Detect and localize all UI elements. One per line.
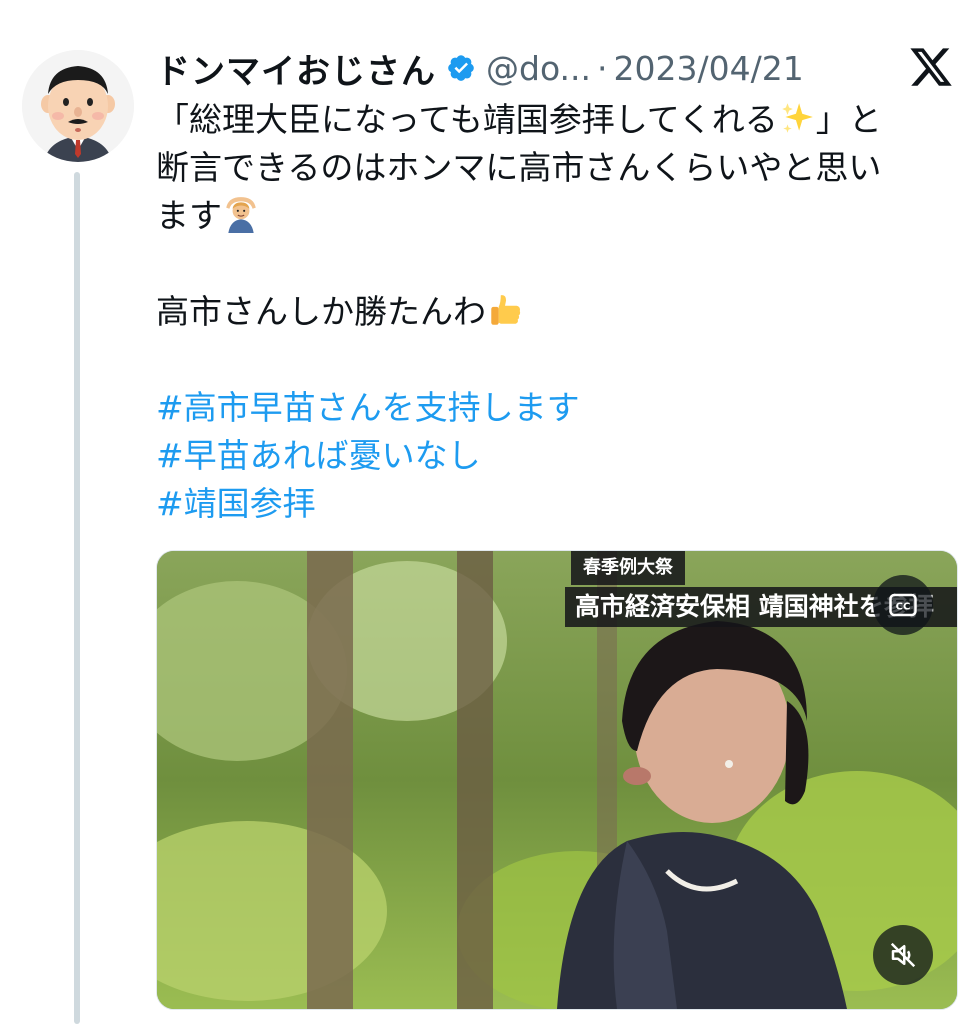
svg-text:CC: CC [896,601,911,612]
video-media[interactable]: 春季例大祭 高市経済安保相 靖国神社を参拝 CC [156,550,958,1010]
hashtag-link[interactable]: #靖国参拝 [156,480,956,528]
tweet-line-4: 高市さんしか勝たんわ [156,288,956,336]
tweet-line-3: ます [156,192,956,240]
text-spacer [156,240,956,288]
tweet-text: 「総理大臣になっても靖国参拝してくれる 」と 断言できるのはホンマに高市さんくら… [156,96,956,528]
tweet-date[interactable]: 2023/04/21 [614,49,804,88]
verified-badge-icon [448,55,474,81]
separator-dot: · [597,48,608,88]
tweet-header: ドンマイおじさん @do... · 2023/04/21 [156,40,980,96]
hashtag-link[interactable]: #高市早苗さんを支持します [156,384,956,432]
tweet-text-segment: ます [156,196,222,235]
mute-button[interactable] [873,925,933,985]
cartoon-man-avatar-icon [22,50,134,162]
author-name[interactable]: ドンマイおじさん [156,44,436,93]
muted-speaker-icon [890,942,916,968]
tweet-text-segment: 」と [815,100,882,139]
sparkles-emoji-icon [781,103,813,133]
closed-captions-icon: CC [889,593,917,617]
text-spacer [156,336,956,384]
person-gesturing-ok-emoji-icon [226,197,256,233]
avatar[interactable] [22,50,134,162]
hashtag-link[interactable]: #早苗あれば憂いなし [156,432,956,480]
thread-line [74,172,80,1024]
closed-captions-button[interactable]: CC [873,575,933,635]
tweet-text-segment: 「総理大臣になっても靖国参拝してくれる [156,100,778,139]
news-caption-label: 春季例大祭 [571,551,685,585]
author-handle[interactable]: @do... [486,49,591,88]
tweet-line-1: 「総理大臣になっても靖国参拝してくれる 」と [156,96,956,144]
tweet-line-2: 断言できるのはホンマに高市さんくらいやと思い [156,148,882,187]
x-logo-icon[interactable] [908,44,954,90]
tweet-text-segment: 高市さんしか勝たんわ [156,292,486,331]
thumbs-up-emoji-icon [491,295,521,325]
